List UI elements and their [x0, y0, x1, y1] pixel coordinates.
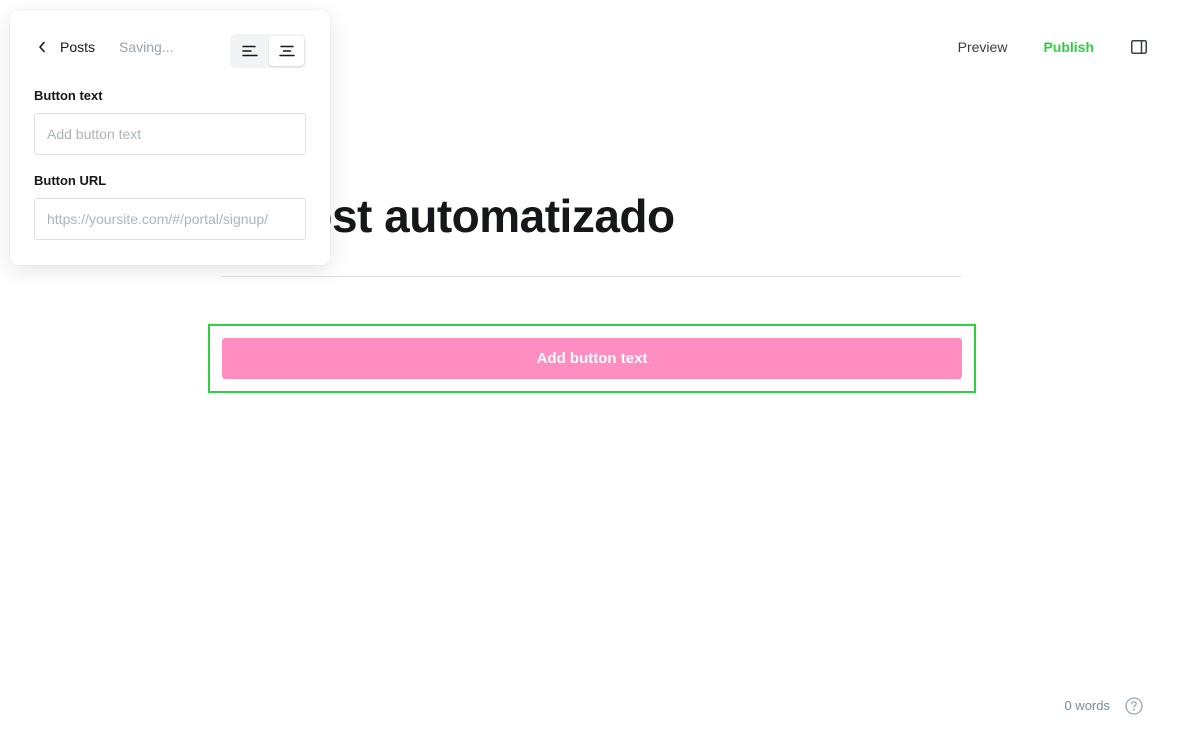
button-text-input[interactable]	[34, 113, 306, 155]
button-url-field-group: Button URL	[34, 173, 306, 240]
preview-button[interactable]: Preview	[958, 39, 1008, 55]
panel-top-bar: Posts Saving...	[34, 10, 306, 84]
button-settings-panel: Posts Saving... Button text Add button t…	[10, 10, 330, 265]
button-text-field-group: Button text	[34, 88, 306, 155]
cta-button[interactable]: Add button text	[222, 338, 962, 379]
button-url-input[interactable]	[34, 198, 306, 240]
editor-header-actions: Preview Publish	[958, 36, 1148, 58]
word-count: 0 words	[1064, 698, 1110, 713]
post-title[interactable]: er post automatizado	[222, 188, 962, 244]
chevron-left-icon	[34, 39, 50, 55]
title-divider	[222, 276, 961, 277]
back-label: Posts	[60, 39, 96, 55]
editor-page: Preview Publish nage er post automatizad…	[0, 0, 1184, 753]
button-url-label: Button URL	[34, 173, 107, 188]
publish-button[interactable]: Publish	[1043, 39, 1094, 55]
question-circle-icon[interactable]	[1125, 697, 1143, 715]
alignment-toggle	[230, 34, 306, 68]
align-left-button[interactable]	[232, 36, 267, 66]
align-center-icon	[278, 45, 295, 57]
button-text-label: Button text	[34, 88, 103, 103]
back-to-posts-link[interactable]: Posts	[34, 39, 95, 55]
sidebar-panel-icon[interactable]	[1130, 38, 1148, 56]
align-center-button[interactable]	[269, 36, 304, 66]
align-left-icon	[241, 45, 258, 57]
button-card[interactable]: Add button text	[208, 324, 976, 393]
saving-status: Saving...	[119, 39, 174, 55]
